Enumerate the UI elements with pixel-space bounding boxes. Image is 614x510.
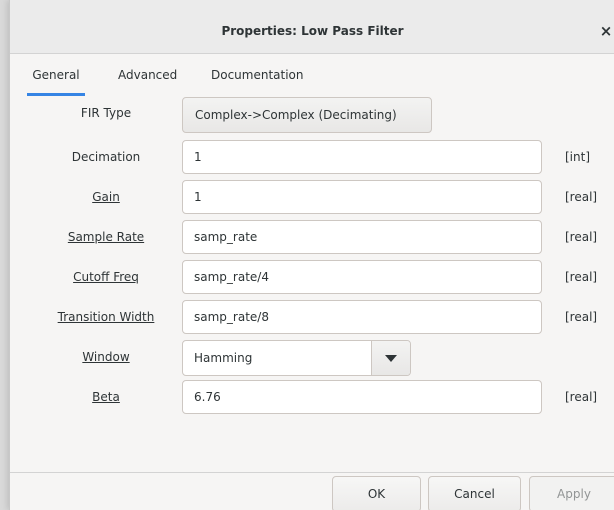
- sample-rate-field[interactable]: samp_rate: [182, 220, 542, 254]
- cutoff-freq-label: Cutoff Freq: [73, 270, 139, 284]
- beta-field[interactable]: 6.76: [182, 380, 542, 414]
- window-dropdown-button[interactable]: [371, 341, 410, 375]
- beta-label: Beta: [92, 390, 120, 404]
- fir-type-label: FIR Type: [80, 106, 132, 120]
- transition-width-label: Transition Width: [57, 310, 155, 324]
- decimation-row: Decimation 1 [int]: [10, 140, 614, 176]
- button-bar: OK Cancel Apply: [10, 472, 614, 510]
- tab-advanced[interactable]: Advanced: [118, 54, 177, 94]
- beta-unit: [real]: [565, 390, 598, 404]
- window-row: Window Hamming: [10, 340, 614, 376]
- properties-dialog: Properties: Low Pass Filter × General Ad…: [9, 0, 614, 510]
- close-icon[interactable]: ×: [597, 22, 614, 40]
- apply-button[interactable]: Apply: [529, 476, 614, 510]
- beta-row: Beta 6.76 [real]: [10, 380, 614, 416]
- gain-row: Gain 1 [real]: [10, 180, 614, 216]
- chevron-down-icon: [385, 355, 397, 362]
- sample-rate-label: Sample Rate: [67, 230, 145, 244]
- tab-documentation[interactable]: Documentation: [211, 54, 304, 94]
- ok-button[interactable]: OK: [332, 476, 421, 510]
- cutoff-freq-field[interactable]: samp_rate/4: [182, 260, 542, 294]
- decimation-field[interactable]: 1: [182, 140, 542, 174]
- decimation-unit: [int]: [565, 150, 591, 164]
- sample-rate-row: Sample Rate samp_rate [real]: [10, 220, 614, 256]
- tab-bar: General Advanced Documentation: [10, 54, 614, 96]
- transition-width-row: Transition Width samp_rate/8 [real]: [10, 300, 614, 336]
- title-bar: Properties: Low Pass Filter ×: [10, 0, 614, 54]
- gain-unit: [real]: [565, 190, 598, 204]
- gain-label: Gain: [92, 190, 120, 204]
- decimation-label: Decimation: [71, 150, 141, 164]
- transition-width-field[interactable]: samp_rate/8: [182, 300, 542, 334]
- window-combo[interactable]: Hamming: [182, 340, 411, 376]
- fir-type-row: FIR Type Complex->Complex (Decimating): [10, 96, 614, 153]
- sample-rate-unit: [real]: [565, 230, 598, 244]
- dialog-title: Properties: Low Pass Filter: [221, 24, 404, 38]
- fir-type-dropdown[interactable]: Complex->Complex (Decimating): [182, 97, 432, 153]
- cutoff-freq-unit: [real]: [565, 270, 598, 284]
- fir-type-value: Complex->Complex (Decimating): [195, 108, 397, 122]
- window-label: Window: [82, 350, 130, 364]
- cutoff-freq-row: Cutoff Freq samp_rate/4 [real]: [10, 260, 614, 296]
- cancel-button[interactable]: Cancel: [428, 476, 521, 510]
- transition-width-unit: [real]: [565, 310, 598, 324]
- gain-field[interactable]: 1: [182, 180, 542, 214]
- tab-general[interactable]: General: [27, 54, 85, 96]
- window-value: Hamming: [194, 351, 253, 365]
